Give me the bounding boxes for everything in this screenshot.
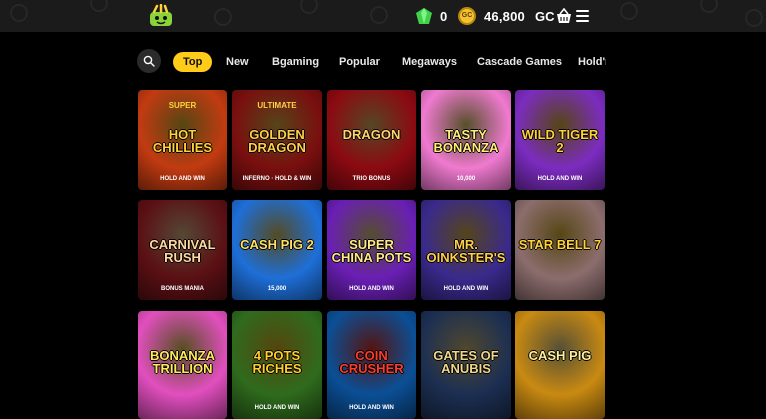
search-icon [143,55,155,67]
game-subtitle: 15,000 [267,286,287,292]
gold-coin-icon: GC [458,7,476,25]
game-tile[interactable]: SUPER HOT CHILLIES HOLD AND WIN [138,90,227,190]
game-tile[interactable]: SUPER CHINA POTS HOLD AND WIN [327,200,416,300]
tab-popular[interactable]: Popular [339,52,380,72]
game-title: CASH PIG [528,348,592,363]
game-tile[interactable]: 4 POTS RICHES HOLD AND WIN [232,311,322,419]
game-title: SUPER CHINA POTS [331,237,412,265]
gold-coin-balance: 46,800 [484,9,525,24]
game-title: TASTY BONANZA [433,127,499,155]
game-subtitle: HOLD AND WIN [443,286,489,292]
game-subtitle: HOLD AND WIN [160,176,205,182]
game-title: WILD TIGER 2 [521,127,599,155]
background-pattern [620,2,638,20]
gem-balance: 0 [440,9,448,24]
tab-megaways[interactable]: Megaways [402,52,457,72]
tab-new[interactable]: New [226,52,249,72]
game-title: DRAGON [342,127,401,142]
game-tile[interactable]: ULTIMATE GOLDEN DRAGON INFERNO · HOLD & WI… [232,90,322,190]
game-subtitle: HOLD AND WIN [537,176,583,182]
gold-coin-label: GC [535,9,555,24]
game-subtitle: INFERNO · HOLD & WIN [242,176,312,182]
game-tile[interactable]: CASH PIG 2 15,000 [232,200,322,300]
game-tile[interactable]: STAR BELL 7 [515,200,605,300]
category-tabs: Top New Bgaming Popular Megaways Cascade… [160,44,606,78]
game-title: MR. OINKSTER'S [426,237,506,265]
game-tile[interactable]: WILD TIGER 2 HOLD AND WIN [515,90,605,190]
game-subtitle: HOLD AND WIN [349,286,394,292]
game-tile[interactable]: TASTY BONANZA 10,000 [421,90,511,190]
game-tile[interactable]: BONANZA TRILLION [138,311,227,419]
game-subtitle: HOLD AND WIN [254,405,300,411]
game-tagline: SUPER [168,101,197,110]
background-pattern [214,8,232,26]
game-subtitle: 10,000 [456,176,476,182]
top-bar: 0 GC 46,800 GC [0,0,766,32]
tab-top[interactable]: Top [173,52,213,72]
tab-hold-n-win[interactable]: Hold'n [578,52,606,72]
game-tile[interactable]: GATES OF ANUBIS [421,311,511,419]
site-logo[interactable] [148,4,174,28]
background-pattern [90,0,108,12]
game-tile[interactable]: COIN CRUSHER HOLD AND WIN [327,311,416,419]
search-button[interactable] [137,49,161,73]
game-tile[interactable]: MR. OINKSTER'S HOLD AND WIN [421,200,511,300]
game-title: 4 POTS RICHES [252,348,302,376]
game-title: CARNIVAL RUSH [149,237,216,265]
game-title: COIN CRUSHER [339,348,404,376]
background-pattern [370,6,388,24]
game-subtitle: HOLD AND WIN [349,405,394,411]
background-pattern [10,4,28,22]
game-tile[interactable]: CASH PIG [515,311,605,419]
store-basket-icon[interactable] [556,8,572,24]
game-subtitle: BONUS MANIA [161,286,204,292]
gem-icon[interactable] [416,8,432,24]
game-title: BONANZA TRILLION [150,348,215,376]
game-title: HOT CHILLIES [152,127,213,155]
tab-bgaming[interactable]: Bgaming [272,52,319,72]
hamburger-menu-icon[interactable] [576,10,589,22]
game-title: CASH PIG 2 [240,237,314,252]
game-title: STAR BELL 7 [518,237,602,252]
game-title: GATES OF ANUBIS [433,348,499,376]
background-pattern [300,0,318,14]
game-tile[interactable]: DRAGON TRIO BONUS [327,90,416,190]
background-pattern [700,0,718,13]
game-subtitle: TRIO BONUS [352,176,391,182]
tab-cascade-games[interactable]: Cascade Games [477,52,562,72]
background-pattern [745,9,763,27]
game-title: GOLDEN DRAGON [248,127,306,155]
game-tagline: ULTIMATE [257,101,297,110]
game-tile[interactable]: CARNIVAL RUSH BONUS MANIA [138,200,227,300]
